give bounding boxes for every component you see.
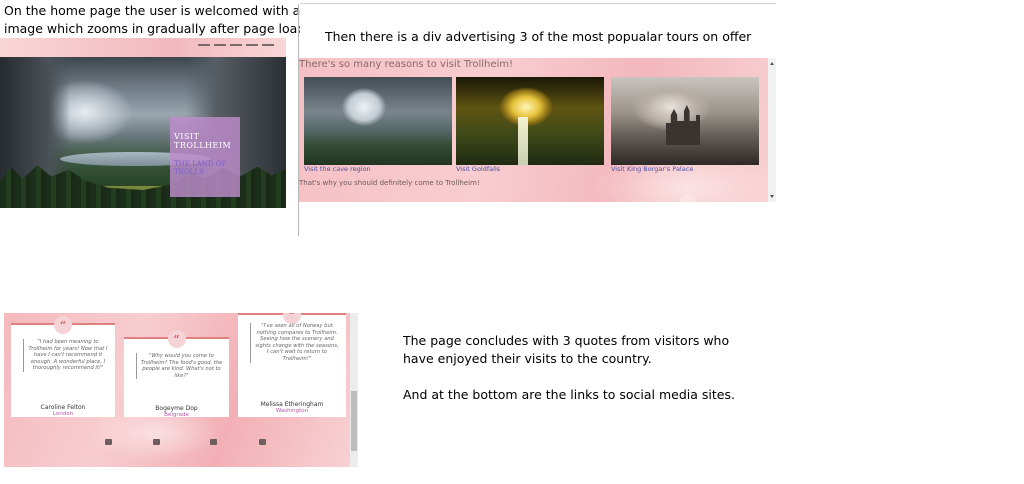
quote-text: "Why would you come to Trollheim? The fo… (136, 353, 223, 380)
tour-link-cave[interactable]: Visit the cave region (304, 165, 371, 173)
quotes-screenshot: “ "I had been meaning to Trollheim for y… (4, 313, 357, 467)
twitter-icon[interactable] (153, 439, 160, 445)
note-social-text: And at the bottom are the links to socia… (403, 387, 735, 402)
quote-author: Caroline Felton (40, 404, 86, 411)
quote-location: London (52, 411, 74, 417)
quote-card: “ "I've seen all of Norway but nothing c… (238, 313, 346, 417)
quote-card: “ "Why would you come to Trollheim? The … (124, 330, 229, 418)
quote-location: Washington (275, 408, 309, 414)
scrollbar-thumb[interactable] (351, 391, 357, 451)
nav-link[interactable] (230, 44, 242, 46)
nav-link[interactable] (246, 44, 258, 46)
site-navbar (0, 38, 286, 57)
nav-link[interactable] (198, 44, 210, 46)
note-tours: Then there is a div advertising 3 of the… (325, 29, 752, 44)
note-home-page: On the home page the user is welcomed wi… (4, 2, 300, 38)
youtube-icon[interactable] (210, 439, 217, 445)
quote-author: Melissa Etheringham (260, 401, 324, 408)
nav-link[interactable] (262, 44, 274, 46)
tours-heading: There's so many reasons to visit Trollhe… (299, 59, 514, 70)
hero-cta-box[interactable]: VISIT TROLLHEIM THE LAND OF TROLLS (170, 117, 240, 197)
quote-card: “ "I had been meaning to Trollheim for y… (11, 316, 115, 417)
tour-image-goldfalls[interactable] (456, 77, 604, 165)
facebook-icon[interactable] (105, 439, 112, 445)
scroll-up-arrow-icon[interactable] (770, 62, 774, 65)
instagram-icon[interactable] (259, 439, 266, 445)
waterfall (518, 117, 528, 165)
tour-link-goldfalls[interactable]: Visit Goldfalls (456, 165, 500, 173)
note-quotes-text: The page concludes with 3 quotes from vi… (403, 333, 730, 366)
tours-screenshot: There's so many reasons to visit Trollhe… (299, 58, 771, 202)
quote-mark-icon: “ (167, 330, 186, 348)
hero-image (0, 57, 286, 208)
note-home-line-2: image which zooms in gradually after pag… (4, 21, 300, 36)
quote-text: "I've seen all of Norway but nothing com… (250, 323, 340, 363)
quotes-scrollbar[interactable] (350, 313, 358, 467)
hero-cta-title: VISIT TROLLHEIM (174, 132, 232, 150)
tours-footer-text: That's why you should definitely come to… (299, 179, 480, 187)
scroll-down-arrow-icon[interactable] (770, 195, 774, 198)
quote-author: Bogeyme Dop (155, 405, 198, 412)
scroll-top-button[interactable] (679, 195, 697, 202)
nav-links[interactable] (198, 44, 274, 46)
quote-mark-icon: “ (54, 316, 72, 334)
hero-screenshot: VISIT TROLLHEIM THE LAND OF TROLLS (0, 38, 286, 208)
note-home-line-1: On the home page the user is welcomed wi… (4, 3, 300, 18)
quote-text: "I had been meaning to Trollheim for yea… (23, 339, 109, 372)
nav-link[interactable] (214, 44, 226, 46)
tour-link-palace[interactable]: Visit King Borgar's Palace (611, 165, 693, 173)
quote-location: Belgrade (164, 412, 189, 418)
divider-horizontal (300, 3, 776, 4)
note-quotes: The page concludes with 3 quotes from vi… (403, 332, 763, 422)
tour-image-cave[interactable] (304, 77, 452, 165)
castle (666, 105, 700, 145)
tours-scrollbar[interactable] (768, 58, 776, 202)
hero-cta-subtitle[interactable]: THE LAND OF TROLLS (174, 160, 236, 176)
tour-image-palace[interactable] (611, 77, 759, 165)
